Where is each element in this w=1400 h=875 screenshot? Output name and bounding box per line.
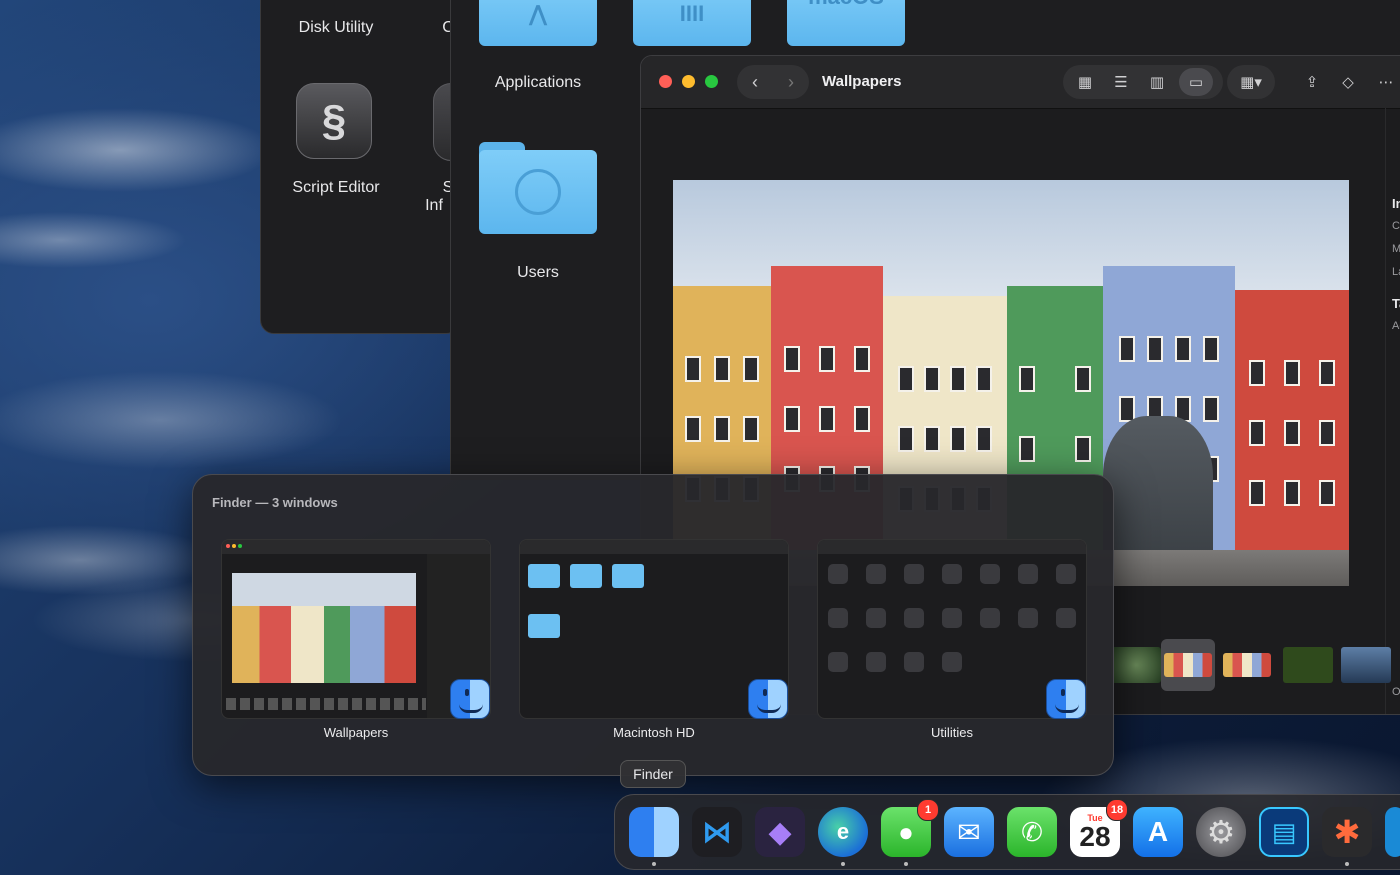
tags-heading: Ta (1392, 296, 1400, 311)
partial-label: Inf (425, 197, 443, 214)
thumbnail[interactable] (1341, 647, 1391, 683)
edge-icon[interactable]: e (818, 807, 868, 857)
close-button[interactable] (659, 75, 672, 88)
running-indicator (841, 862, 845, 866)
calendar-badge: 18 (1106, 799, 1128, 821)
vscode-icon[interactable]: ⋈ (692, 807, 742, 857)
thumbnail[interactable] (1164, 653, 1212, 677)
running-indicator (904, 862, 908, 866)
dock: ⋈ ◆ e ● 1 ✉ ✆ Tue 28 18 A ⚙ ▤ ✱ (614, 794, 1400, 870)
applications-label[interactable]: Applications (458, 74, 618, 92)
window-preview-label: Wallpapers (323, 725, 389, 740)
tag-icon[interactable]: ◇ (1333, 65, 1363, 99)
partial-label: C (442, 19, 454, 36)
window-preview-label: Macintosh HD (613, 725, 695, 740)
info-last-opened: La (1392, 266, 1400, 278)
window-title: Wallpapers (822, 73, 902, 90)
minimize-button[interactable] (682, 75, 695, 88)
system-folder-icon[interactable]: macOS (787, 0, 905, 46)
finder-icon (450, 679, 490, 719)
obsidian-icon[interactable]: ◆ (755, 807, 805, 857)
thumbnail[interactable] (1283, 647, 1333, 683)
window-preview-label: Utilities (931, 725, 973, 740)
partial-label: S (442, 179, 454, 196)
library-folder-icon[interactable]: IIII (633, 0, 751, 46)
info-heading: In (1392, 196, 1400, 211)
system-settings-icon[interactable]: ⚙ (1196, 807, 1246, 857)
phone-icon[interactable]: ✆ (1007, 807, 1057, 857)
forward-button[interactable]: › (788, 72, 794, 93)
finder-icon (1046, 679, 1086, 719)
switcher-title: Finder — 3 windows (212, 495, 338, 510)
thumbnail[interactable] (1223, 653, 1271, 677)
partial-app-icon[interactable] (1385, 807, 1400, 857)
toolbar: ‹ › Wallpapers ▦ ☰ ▥ ▭ ▦▾ ⇪ ◇ ⋯ (641, 56, 1400, 109)
share-icon[interactable]: ⇪ (1297, 65, 1327, 99)
fountain-statue (1103, 416, 1213, 566)
script-editor-icon[interactable]: § (296, 83, 372, 159)
users-label[interactable]: Users (458, 264, 618, 282)
info-modified: M (1392, 243, 1400, 255)
users-folder-icon[interactable] (479, 142, 597, 234)
finder-window-switcher: Finder — 3 windows Wallpapers Macintosh … (192, 474, 1114, 776)
dock-tooltip: Finder (620, 760, 686, 788)
messages-badge: 1 (917, 799, 939, 821)
calendar-day: 28 (1079, 820, 1111, 852)
utilities-window[interactable]: Disk Utility C § Script Editor S Inf (260, 0, 460, 334)
info-panel: In Cr M La Ta Ad O (1385, 108, 1400, 714)
column-view-icon[interactable]: ▥ (1143, 65, 1171, 99)
other-label: O (1392, 686, 1400, 698)
reader-icon[interactable]: ▤ (1259, 807, 1309, 857)
list-view-icon[interactable]: ☰ (1107, 65, 1135, 99)
running-indicator (1345, 862, 1349, 866)
zoom-button[interactable] (705, 75, 718, 88)
messages-icon[interactable]: ● 1 (881, 799, 939, 857)
calendar-icon[interactable]: Tue 28 18 (1070, 799, 1128, 857)
more-icon[interactable]: ⋯ (1371, 65, 1400, 99)
add-tags[interactable]: Ad (1392, 320, 1400, 332)
thumbnail[interactable] (1111, 647, 1161, 683)
gallery-view-icon[interactable]: ▭ (1179, 68, 1213, 96)
finder-icon (748, 679, 788, 719)
navigation-controls: ‹ › (737, 65, 809, 99)
back-button[interactable]: ‹ (752, 72, 758, 93)
house-red-right (1235, 290, 1349, 586)
applications-folder-icon[interactable]: ⋀ (479, 0, 597, 46)
app-store-icon[interactable]: A (1133, 807, 1183, 857)
claude-icon[interactable]: ✱ (1322, 807, 1372, 857)
info-created: Cr (1392, 220, 1400, 232)
view-switcher: ▦ ☰ ▥ ▭ (1063, 65, 1223, 99)
icon-view-icon[interactable]: ▦ (1071, 65, 1099, 99)
finder-icon[interactable] (629, 807, 679, 857)
group-by-button[interactable]: ▦▾ (1227, 65, 1275, 99)
mail-icon[interactable]: ✉ (944, 807, 994, 857)
running-indicator (652, 862, 656, 866)
